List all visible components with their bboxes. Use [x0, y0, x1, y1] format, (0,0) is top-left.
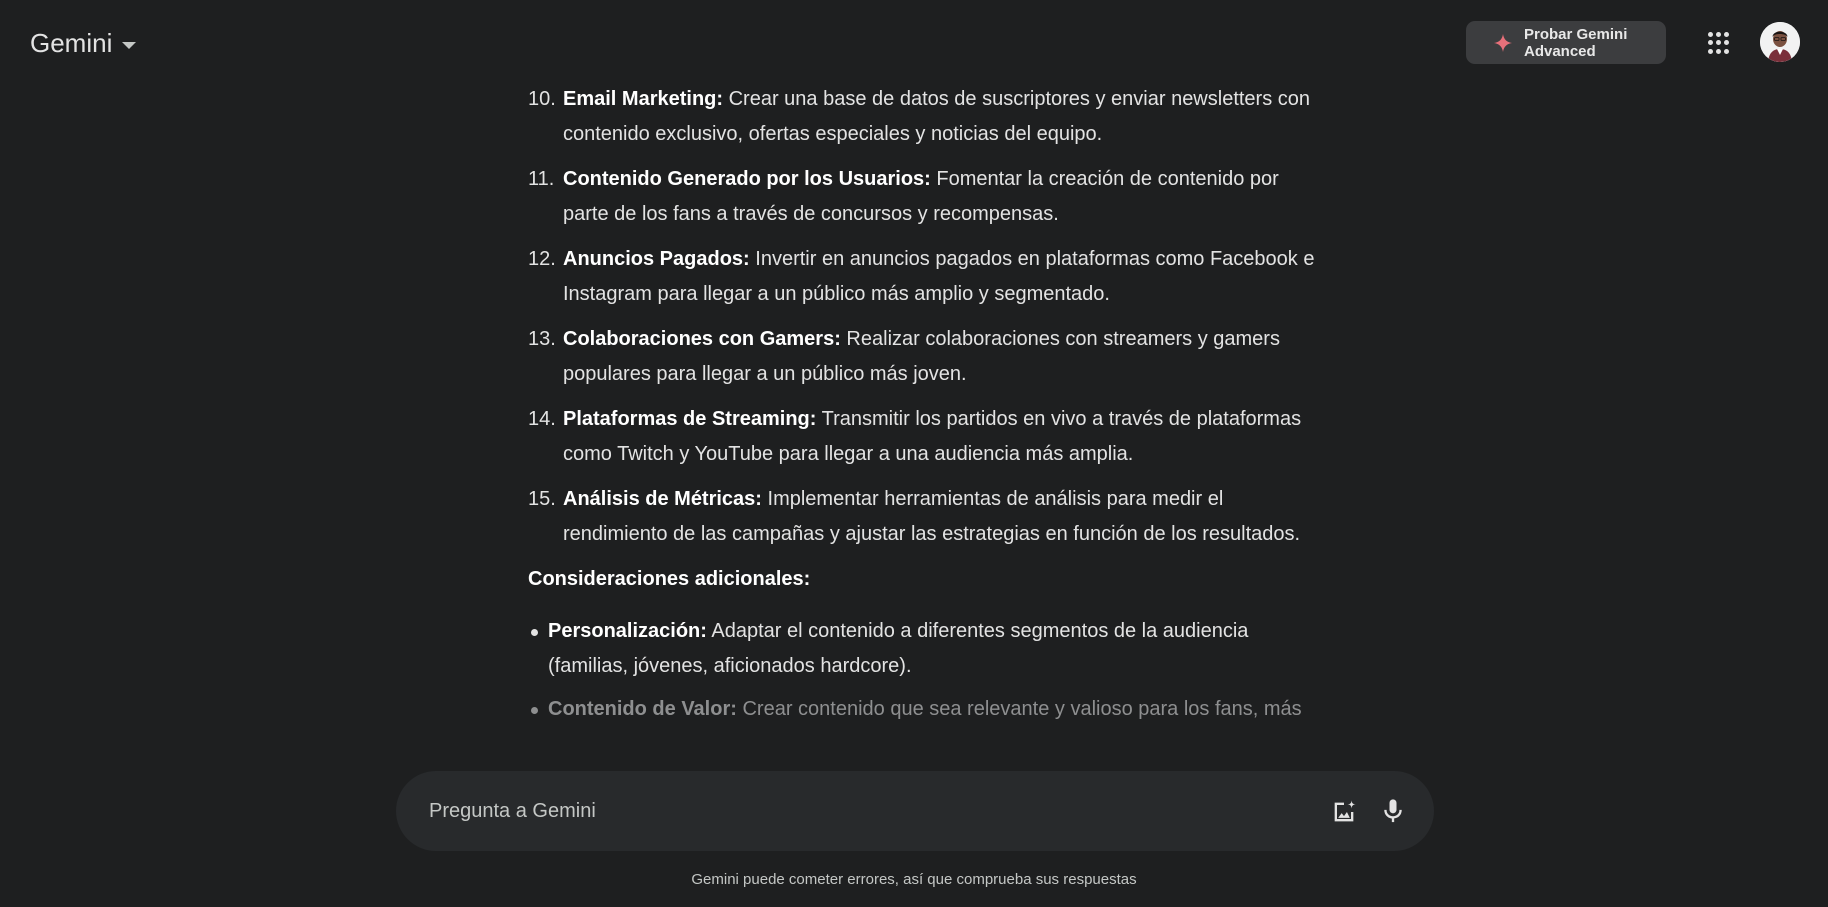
add-image-icon[interactable] [1330, 798, 1358, 826]
bullet-item: Contenido de Valor: Crear contenido que … [528, 692, 1318, 727]
app-title: Gemini [30, 28, 113, 58]
item-title: Colaboraciones con Gamers: [563, 328, 841, 350]
item-number: 14. [528, 408, 556, 430]
list-item: 13. Colaboraciones con Gamers: Realizar … [528, 322, 1318, 392]
upgrade-label: Probar Gemini Advanced [1524, 25, 1628, 60]
list-item: 14. Plataformas de Streaming: Transmitir… [528, 402, 1318, 472]
prompt-input[interactable] [429, 771, 1289, 851]
item-number: 10. [528, 88, 556, 110]
item-title: Contenido Generado por los Usuarios: [563, 168, 931, 190]
top-bar: Gemini Probar Gemini Advanced [0, 0, 1828, 90]
item-number: 12. [528, 248, 556, 270]
item-title: Plataformas de Streaming: [563, 408, 817, 430]
section-heading: Consideraciones adicionales: [528, 568, 811, 590]
item-number: 11. [528, 168, 555, 190]
prompt-bar [396, 771, 1434, 851]
chevron-down-icon [122, 41, 137, 49]
item-number: 13. [528, 328, 556, 350]
item-text: Crear contenido que sea relevante y vali… [736, 698, 1302, 720]
item-title: Contenido de Valor: [548, 698, 737, 720]
item-number: 15. [528, 488, 556, 510]
item-title: Personalización: [548, 620, 707, 642]
response-content: 10. Email Marketing: Crear una base de d… [528, 82, 1318, 735]
upgrade-button[interactable]: Probar Gemini Advanced [1466, 21, 1666, 64]
avatar[interactable] [1760, 22, 1800, 62]
list-item: 11. Contenido Generado por los Usuarios:… [528, 162, 1318, 232]
item-title: Email Marketing: [563, 88, 724, 110]
disclaimer: Gemini puede cometer errores, así que co… [691, 871, 1137, 888]
item-title: Anuncios Pagados: [563, 248, 750, 270]
apps-grid-icon[interactable] [1708, 32, 1730, 54]
bullet-item: Personalización: Adaptar el contenido a … [528, 614, 1318, 684]
list-item: 12. Anuncios Pagados: Invertir en anunci… [528, 242, 1318, 312]
model-switcher[interactable]: Gemini [30, 28, 137, 59]
item-title: Análisis de Métricas: [563, 488, 762, 510]
list-item: 15. Análisis de Métricas: Implementar he… [528, 482, 1318, 552]
microphone-icon[interactable] [1379, 797, 1407, 825]
profile-photo [1760, 22, 1800, 62]
list-item: 10. Email Marketing: Crear una base de d… [528, 82, 1318, 152]
sparkle-icon [1494, 33, 1512, 52]
